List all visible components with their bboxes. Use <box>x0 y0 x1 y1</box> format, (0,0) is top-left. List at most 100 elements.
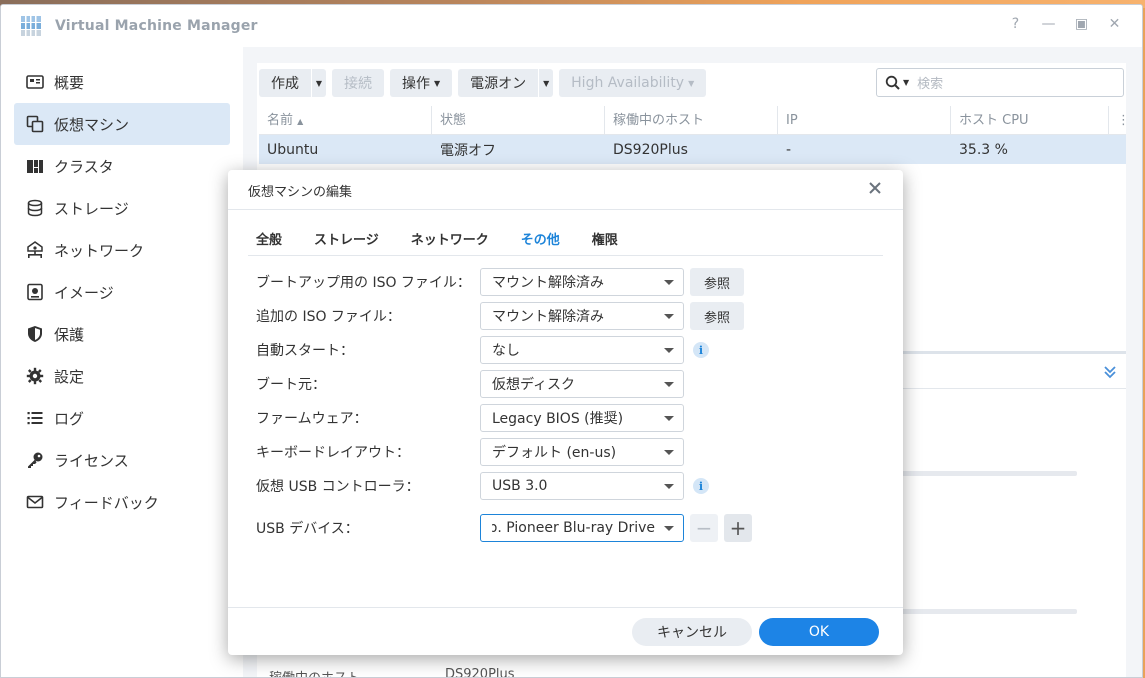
usb-device-select[interactable]: orp. Pioneer Blu-ray Drive <box>480 514 684 542</box>
sidebar-item-label: ログ <box>54 409 85 428</box>
column-header-host-cpu[interactable]: ホスト CPU <box>951 105 1109 135</box>
overview-icon <box>26 73 44 91</box>
browse-extra-iso-button[interactable]: 参照 <box>690 302 744 330</box>
chevron-down-icon <box>664 280 674 285</box>
high-availability-label: High Availability <box>571 75 685 91</box>
sidebar-item-label: 設定 <box>54 367 85 386</box>
help-icon[interactable]: ? <box>1008 17 1023 32</box>
chevron-down-icon <box>664 526 674 531</box>
info-icon[interactable]: i <box>693 478 709 494</box>
column-header-name[interactable]: 名前 ▲ <box>259 105 432 135</box>
column-header-status[interactable]: 状態 <box>432 105 605 135</box>
power-dropdown-button[interactable]: ▼ <box>539 69 554 97</box>
cluster-icon <box>26 157 44 175</box>
dialog-title: 仮想マシンの編集 <box>248 185 353 200</box>
sidebar-item-overview[interactable]: 概要 <box>14 61 230 103</box>
maximize-icon[interactable]: ▣ <box>1074 17 1089 32</box>
toolbar: 作成 ▼ 接続 操作 ▼ 電源オン ▼ High Availability ▼ <box>259 69 712 97</box>
close-icon[interactable]: ✕ <box>1107 17 1122 32</box>
column-header-ip[interactable]: IP <box>778 105 951 135</box>
window-title: Virtual Machine Manager <box>55 18 258 34</box>
column-header-host[interactable]: 稼働中のホスト <box>605 105 778 135</box>
info-icon[interactable]: i <box>693 342 709 358</box>
field-usb-device: USB デバイス： orp. Pioneer Blu-ray Drive − + <box>256 514 752 542</box>
field-label: USB デバイス： <box>256 521 359 537</box>
sidebar-item-feedback[interactable]: フィードバック <box>14 481 230 523</box>
action-button[interactable]: 操作 ▼ <box>390 69 453 97</box>
field-label: ブートアップ用の ISO ファイル： <box>256 275 471 291</box>
add-usb-device-button[interactable]: + <box>724 514 752 542</box>
dialog-header: 仮想マシンの編集 <box>228 170 903 210</box>
sidebar-item-label: クラスタ <box>54 157 114 176</box>
background-label: 稼働中のホスト <box>269 667 360 677</box>
field-usb-controller: 仮想 USB コントローラ： USB 3.0 i <box>256 472 709 500</box>
field-keyboard-layout: キーボードレイアウト： デフォルト (en-us) <box>256 438 684 466</box>
sidebar-item-log[interactable]: ログ <box>14 397 230 439</box>
field-label: ファームウェア： <box>256 411 368 427</box>
boot-iso-select[interactable]: マウント解除済み <box>480 268 684 296</box>
create-dropdown-button[interactable]: ▼ <box>312 69 326 97</box>
sidebar-item-storage[interactable]: ストレージ <box>14 187 230 229</box>
cell-host: DS920Plus <box>613 141 688 158</box>
edit-vm-dialog: 仮想マシンの編集 全般 ストレージ ネットワーク その他 権限 ブートアップ用の… <box>228 170 903 655</box>
titlebar: Virtual Machine Manager ? — ▣ ✕ <box>1 5 1142 47</box>
sidebar-item-label: ライセンス <box>54 451 129 470</box>
double-chevron-down-icon[interactable] <box>1102 364 1118 380</box>
high-availability-button[interactable]: High Availability ▼ <box>559 69 707 97</box>
keyboard-layout-select[interactable]: デフォルト (en-us) <box>480 438 684 466</box>
create-button[interactable]: 作成 <box>259 69 311 97</box>
sidebar-item-image[interactable]: イメージ <box>14 271 230 313</box>
extra-iso-select[interactable]: マウント解除済み <box>480 302 684 330</box>
connect-button[interactable]: 接続 <box>332 69 384 97</box>
caret-down-icon: ▼ <box>315 78 323 88</box>
sidebar-item-settings[interactable]: 設定 <box>14 355 230 397</box>
tab-permissions[interactable]: 権限 <box>584 226 618 255</box>
tab-storage[interactable]: ストレージ <box>306 226 379 255</box>
column-menu-icon[interactable]: ⋮ <box>1109 106 1125 135</box>
shield-icon <box>26 325 44 343</box>
field-boot-from: ブート元： 仮想ディスク <box>256 370 684 398</box>
dialog-tabs: 全般 ストレージ ネットワーク その他 権限 <box>248 226 883 256</box>
log-icon <box>26 409 44 427</box>
cancel-button[interactable]: キャンセル <box>632 618 752 646</box>
boot-from-select[interactable]: 仮想ディスク <box>480 370 684 398</box>
field-label: キーボードレイアウト： <box>256 445 410 461</box>
tab-network[interactable]: ネットワーク <box>403 226 489 255</box>
sidebar-item-cluster[interactable]: クラスタ <box>14 145 230 187</box>
field-extra-iso: 追加の ISO ファイル： マウント解除済み 参照 <box>256 302 744 330</box>
field-label: 仮想 USB コントローラ： <box>256 479 420 495</box>
sidebar-item-vm[interactable]: 仮想マシン <box>14 103 230 145</box>
sidebar-item-label: ネットワーク <box>54 241 145 260</box>
chevron-down-icon <box>664 416 674 421</box>
cell-ip: - <box>786 141 792 158</box>
browse-boot-iso-button[interactable]: 参照 <box>690 268 744 296</box>
tab-other[interactable]: その他 <box>513 226 560 255</box>
usb-controller-select[interactable]: USB 3.0 <box>480 472 684 500</box>
minimize-icon[interactable]: — <box>1041 17 1056 32</box>
caret-down-icon: ▼ <box>434 78 441 88</box>
table-row[interactable]: Ubuntu 電源オフ DS920Plus - 35.3 % <box>259 135 1126 164</box>
vm-icon <box>26 115 44 133</box>
firmware-select[interactable]: Legacy BIOS (推奨) <box>480 404 684 432</box>
caret-down-icon: ▼ <box>903 78 910 87</box>
field-autostart: 自動スタート： なし i <box>256 336 709 364</box>
sidebar-item-label: 概要 <box>54 73 85 92</box>
ok-button[interactable]: OK <box>759 618 879 646</box>
sidebar-item-license[interactable]: ライセンス <box>14 439 230 481</box>
sidebar: 概要 仮想マシン クラスタ ストレージ ネットワーク イメージ 保護 設定 ログ… <box>1 47 243 677</box>
remove-usb-device-button[interactable]: − <box>690 514 718 542</box>
autostart-select[interactable]: なし <box>480 336 684 364</box>
close-icon[interactable] <box>867 180 883 196</box>
field-boot-iso: ブートアップ用の ISO ファイル： マウント解除済み 参照 <box>256 268 744 296</box>
search-input[interactable]: ▼ 検索 <box>876 68 1124 97</box>
cell-host-cpu: 35.3 % <box>959 141 1008 158</box>
tab-general[interactable]: 全般 <box>248 226 282 255</box>
sidebar-item-label: ストレージ <box>54 199 129 218</box>
sidebar-item-label: 仮想マシン <box>54 115 130 134</box>
action-label: 操作 <box>402 76 430 92</box>
sidebar-item-network[interactable]: ネットワーク <box>14 229 230 271</box>
cell-status: 電源オフ <box>440 142 496 159</box>
gear-icon <box>26 367 44 385</box>
power-on-button[interactable]: 電源オン <box>458 69 539 97</box>
sidebar-item-protection[interactable]: 保護 <box>14 313 230 355</box>
